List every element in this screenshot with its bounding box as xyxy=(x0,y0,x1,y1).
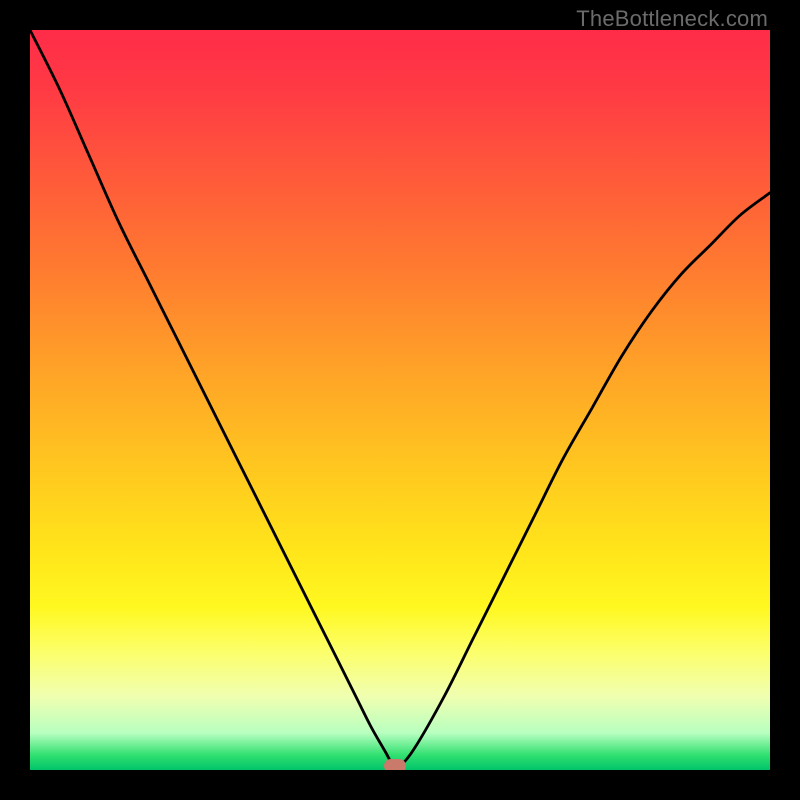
curve-svg xyxy=(30,30,770,770)
bottleneck-curve xyxy=(30,30,770,767)
watermark-text: TheBottleneck.com xyxy=(576,6,768,32)
plot-area xyxy=(30,30,770,770)
chart-frame: TheBottleneck.com xyxy=(0,0,800,800)
minimum-marker xyxy=(384,759,406,770)
